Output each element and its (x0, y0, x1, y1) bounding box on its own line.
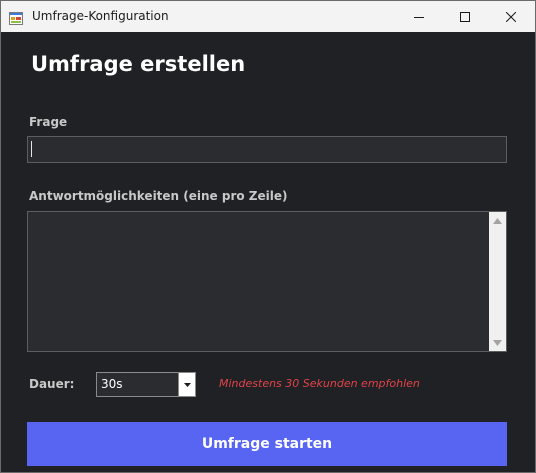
duration-select[interactable]: 30s (96, 372, 196, 397)
app-form-icon (9, 10, 23, 25)
app-window: Umfrage-Konfiguration Umfrage erstellen … (0, 0, 536, 473)
form-panel: Umfrage erstellen Frage Antwortmöglichke… (1, 32, 535, 472)
close-button[interactable] (488, 1, 534, 32)
answers-scrollbar[interactable] (489, 212, 506, 351)
arrow-down-icon (493, 339, 502, 346)
dropdown-button[interactable] (178, 373, 195, 396)
close-icon (506, 11, 516, 22)
duration-value: 30s (101, 377, 123, 391)
maximize-button[interactable] (442, 1, 488, 32)
maximize-icon (460, 11, 470, 22)
page-title: Umfrage erstellen (31, 52, 246, 76)
duration-label: Dauer: (29, 377, 75, 391)
minimize-icon (414, 16, 424, 18)
chevron-down-icon (183, 382, 191, 387)
answers-textarea[interactable] (27, 211, 507, 352)
question-input[interactable] (27, 136, 507, 163)
answers-label: Antwortmöglichkeiten (eine pro Zeile) (29, 189, 288, 203)
start-poll-button[interactable]: Umfrage starten (27, 422, 507, 466)
minimize-button[interactable] (396, 1, 442, 32)
duration-hint: Mindestens 30 Sekunden empfohlen (219, 377, 420, 390)
question-label: Frage (29, 115, 68, 129)
scroll-up-button[interactable] (489, 212, 506, 229)
arrow-up-icon (493, 217, 502, 224)
window-title: Umfrage-Konfiguration (32, 9, 169, 23)
title-bar[interactable]: Umfrage-Konfiguration (1, 1, 535, 32)
text-caret (31, 141, 32, 157)
scroll-down-button[interactable] (489, 334, 506, 351)
